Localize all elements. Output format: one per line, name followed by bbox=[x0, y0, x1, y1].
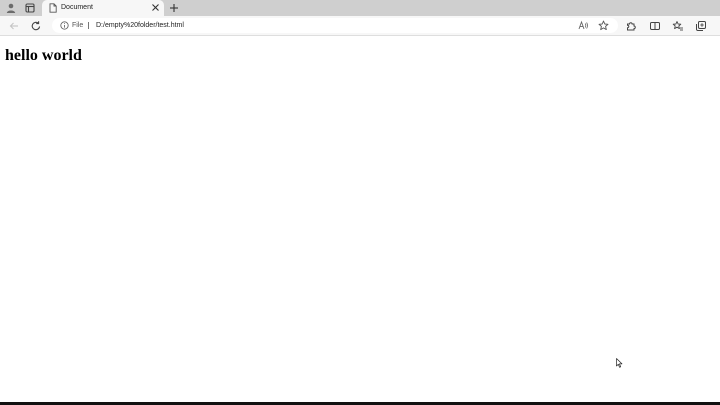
mouse-cursor-icon bbox=[616, 358, 623, 368]
favorites-icon[interactable] bbox=[672, 20, 684, 32]
collections-icon[interactable] bbox=[695, 20, 707, 32]
plus-icon bbox=[170, 4, 178, 12]
new-tab-button[interactable] bbox=[168, 2, 180, 14]
refresh-icon bbox=[31, 21, 41, 31]
split-screen-icon[interactable] bbox=[649, 20, 661, 32]
read-aloud-icon[interactable] bbox=[578, 20, 589, 31]
close-icon[interactable] bbox=[151, 3, 160, 12]
toolbar: File D:/empty%20folder/test.html bbox=[0, 16, 720, 36]
page-heading: hello world bbox=[5, 47, 82, 64]
tab-strip: Document bbox=[0, 0, 720, 16]
scheme-label: File bbox=[72, 22, 84, 29]
extensions-icon[interactable] bbox=[625, 20, 637, 32]
favorite-star-icon[interactable] bbox=[598, 20, 609, 31]
back-button[interactable] bbox=[8, 20, 20, 32]
address-separator bbox=[88, 22, 89, 29]
arrow-left-icon bbox=[9, 22, 18, 30]
url-text[interactable]: D:/empty%20folder/test.html bbox=[96, 18, 184, 33]
document-icon bbox=[48, 3, 58, 13]
tab-actions-icon[interactable] bbox=[24, 2, 36, 14]
browser-window: Document File D:/empty%20folder/test.htm… bbox=[0, 0, 720, 405]
address-bar[interactable]: File D:/empty%20folder/test.html bbox=[52, 18, 618, 33]
page-viewport: hello world bbox=[0, 36, 720, 402]
tab-title: Document bbox=[61, 4, 93, 11]
tab-document[interactable]: Document bbox=[42, 0, 164, 16]
info-icon[interactable] bbox=[60, 21, 69, 30]
refresh-button[interactable] bbox=[30, 20, 42, 32]
profile-icon[interactable] bbox=[5, 2, 17, 14]
